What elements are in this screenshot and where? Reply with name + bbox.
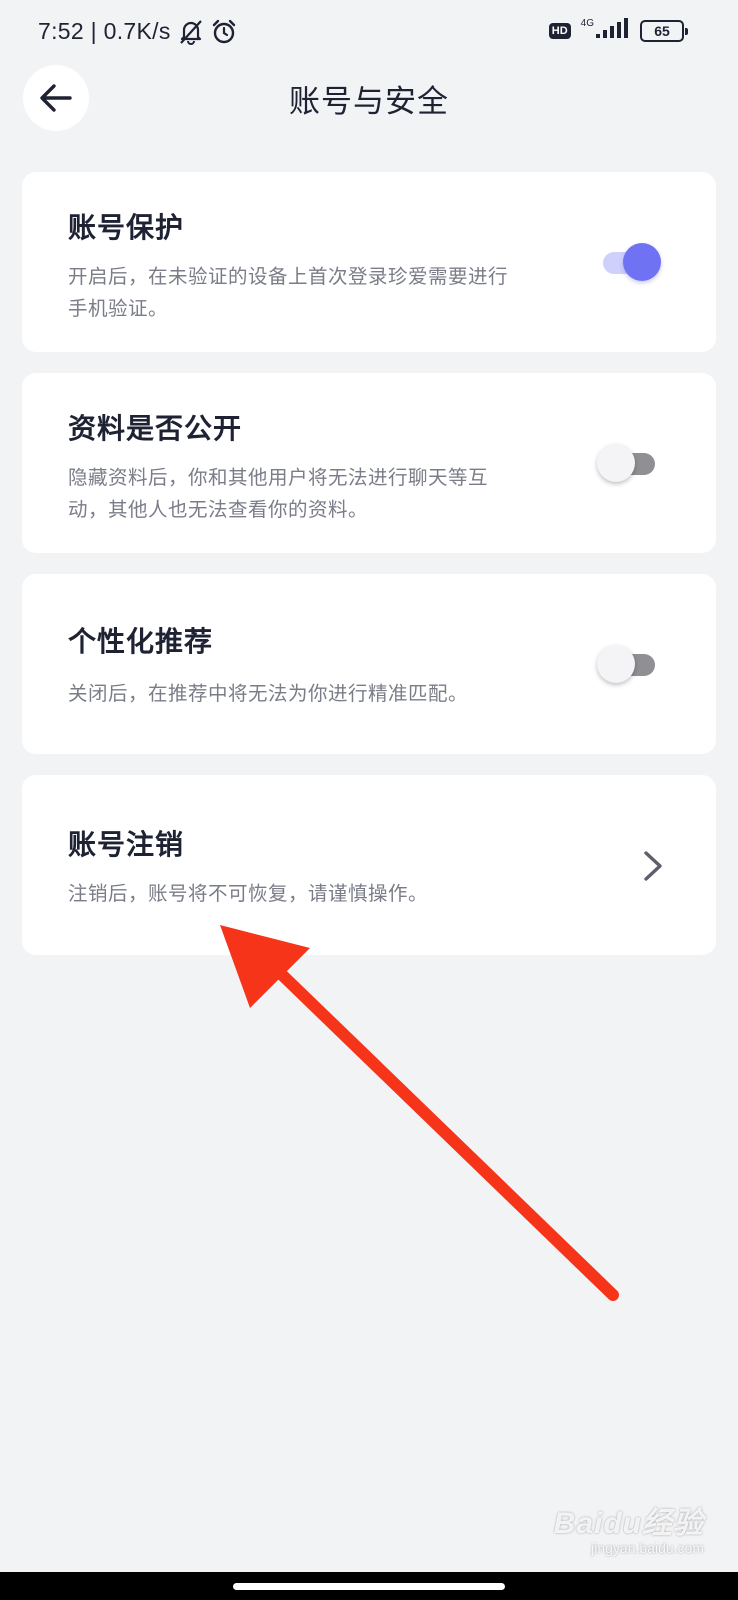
setting-title: 账号注销: [68, 828, 185, 861]
status-left: 7:52 | 0.7K/s: [38, 18, 237, 45]
navigation-bar: [0, 1572, 738, 1600]
setting-description: 关闭后，在推荐中将无法为你进行精准匹配。: [68, 678, 568, 710]
profile-public-toggle[interactable]: [597, 443, 659, 483]
watermark-url: jingyan.baidu.com: [591, 1540, 704, 1556]
setting-description: 注销后，账号将不可恢复，请谨慎操作。: [68, 878, 568, 910]
watermark-brand: Baidu经验: [553, 1507, 704, 1540]
setting-description-line: 手机验证。: [68, 297, 169, 320]
setting-title: 账号保护: [68, 211, 185, 244]
baidu-jingyan-watermark: Baidu经验 jingyan.baidu.com: [554, 1498, 704, 1556]
account-protection-toggle[interactable]: [599, 242, 661, 282]
chevron-right-icon: [644, 851, 662, 881]
setting-card-account-protection: 账号保护 开启后，在未验证的设备上首次登录珍爱需要进行 手机验证。: [22, 172, 716, 352]
network-type: 4G: [580, 17, 594, 29]
setting-description-line: 隐藏资料后，你和其他用户将无法进行聊天等互: [68, 466, 489, 489]
setting-description-line: 动，其他人也无法查看你的资料。: [68, 498, 369, 521]
status-bar: 7:52 | 0.7K/s HD 4G 65: [0, 0, 738, 64]
mute-bell-icon: [177, 19, 205, 45]
battery-icon: 65: [640, 20, 688, 42]
home-indicator[interactable]: [233, 1583, 505, 1590]
setting-card-account-deletion[interactable]: 账号注销 注销后，账号将不可恢复，请谨慎操作。: [22, 775, 716, 955]
setting-title: 资料是否公开: [68, 412, 243, 445]
setting-title: 个性化推荐: [68, 625, 214, 658]
hd-badge: HD: [548, 23, 571, 39]
setting-description: 开启后，在未验证的设备上首次登录珍爱需要进行 手机验证。: [68, 261, 568, 325]
setting-description-line: 注销后，账号将不可恢复，请谨慎操作。: [68, 882, 429, 905]
setting-description: 隐藏资料后，你和其他用户将无法进行聊天等互 动，其他人也无法查看你的资料。: [68, 462, 568, 526]
signal-icon: [596, 18, 630, 44]
page-title: 账号与安全: [289, 84, 449, 120]
setting-description-line: 开启后，在未验证的设备上首次登录珍爱需要进行: [68, 265, 509, 288]
setting-card-profile-public: 资料是否公开 隐藏资料后，你和其他用户将无法进行聊天等互 动，其他人也无法查看你…: [22, 373, 716, 553]
toggle-knob: [623, 243, 661, 281]
setting-card-personalized-recommendation: 个性化推荐 关闭后，在推荐中将无法为你进行精准匹配。: [22, 574, 716, 754]
alarm-clock-icon: [211, 19, 237, 45]
status-time-speed: 7:52 | 0.7K/s: [38, 18, 171, 44]
toggle-knob: [597, 645, 635, 683]
personalized-recommendation-toggle[interactable]: [597, 644, 659, 684]
setting-description-line: 关闭后，在推荐中将无法为你进行精准匹配。: [68, 682, 469, 705]
toggle-knob: [597, 444, 635, 482]
status-right: HD 4G 65: [548, 17, 688, 44]
